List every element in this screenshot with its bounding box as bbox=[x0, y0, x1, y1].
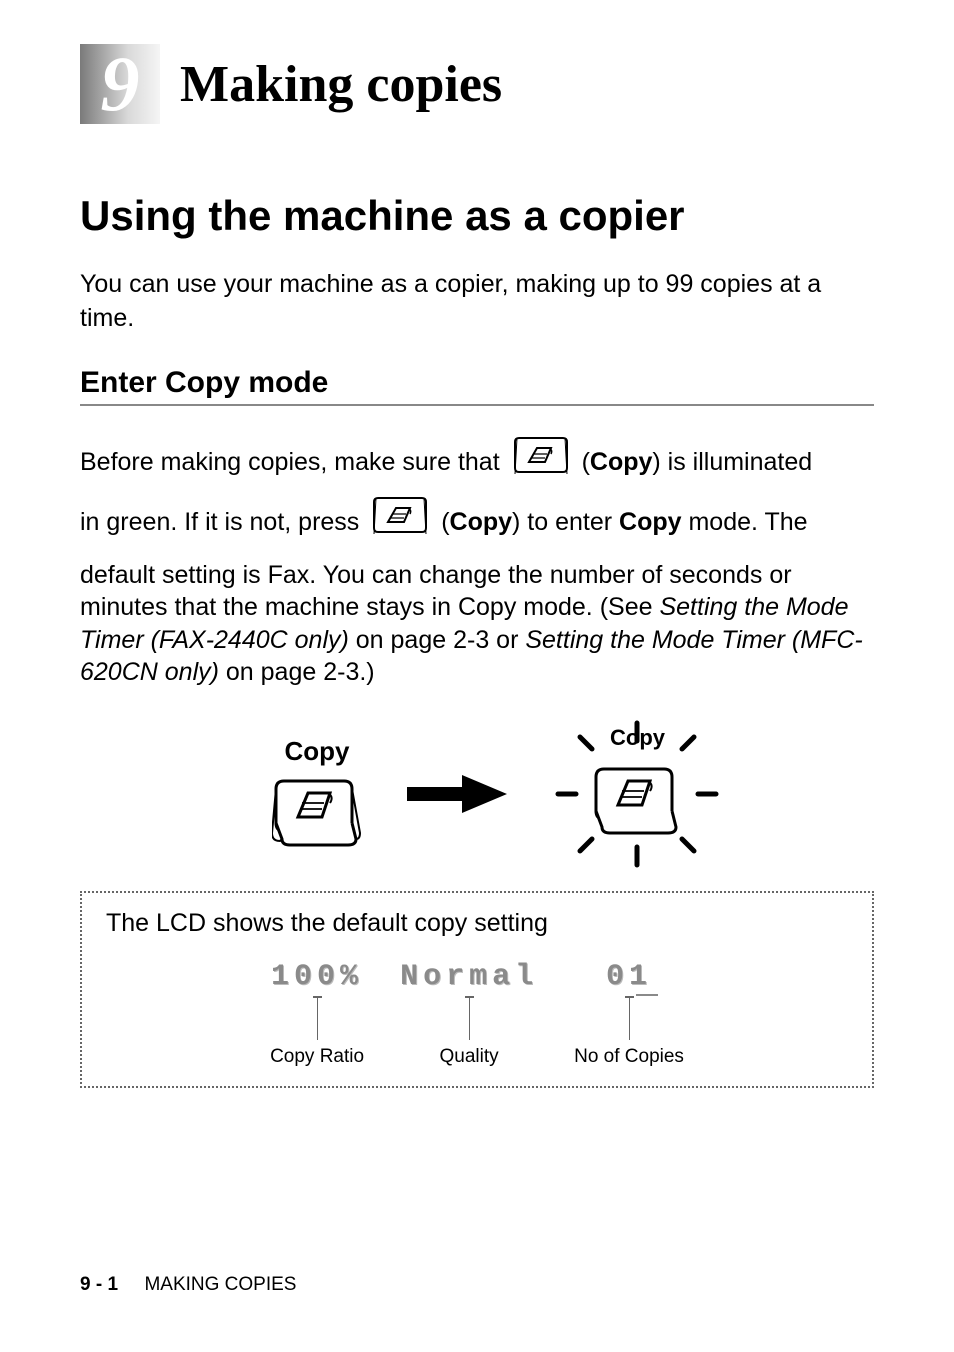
lcd-col-copies: 01 No of Copies bbox=[574, 960, 684, 1068]
para2-mode: Copy bbox=[619, 508, 682, 536]
copy-key-icon bbox=[513, 434, 569, 493]
page-footer: 9 - 1 MAKING COPIES bbox=[80, 1274, 296, 1296]
para2-open-paren: ( bbox=[441, 508, 449, 536]
chapter-number-box: 9 bbox=[80, 44, 160, 124]
lcd-ratio-value: 100% bbox=[271, 960, 363, 994]
lcd-copies-label: No of Copies bbox=[574, 1046, 684, 1068]
footer-sep bbox=[123, 1274, 139, 1295]
footer-page-number: 9 - 1 bbox=[80, 1274, 118, 1295]
lcd-quality-value: Normal bbox=[400, 960, 538, 994]
copy-button-on: Copy bbox=[552, 719, 722, 869]
lcd-ratio-label: Copy Ratio bbox=[270, 1046, 364, 1068]
copy-label-right-svg: Copy bbox=[610, 725, 666, 750]
para1-post: ) is illuminated bbox=[652, 447, 812, 475]
para3-b: on page 2-3 or bbox=[349, 626, 526, 654]
para-line-2: in green. If it is not, press (Copy) to … bbox=[80, 494, 874, 553]
para3: default setting is Fax. You can change t… bbox=[80, 559, 874, 689]
para2-pre: in green. If it is not, press bbox=[80, 508, 366, 536]
para3-c: on page 2-3.) bbox=[219, 658, 375, 686]
para1-copy-label: Copy bbox=[590, 447, 653, 475]
copy-illustration: Copy bbox=[80, 719, 874, 869]
chapter-header: 9 Making copies bbox=[80, 44, 874, 124]
section-heading-enter-copy: Enter Copy mode bbox=[80, 366, 874, 400]
lcd-title: The LCD shows the default copy setting bbox=[106, 909, 848, 938]
copy-key-3d-icon bbox=[272, 771, 362, 851]
lcd-tick bbox=[629, 998, 630, 1040]
section-heading-copier: Using the machine as a copier bbox=[80, 192, 874, 240]
para1-open-paren: ( bbox=[582, 447, 590, 475]
lcd-example-box: The LCD shows the default copy setting 1… bbox=[80, 891, 874, 1088]
chapter-title: Making copies bbox=[180, 55, 502, 114]
lcd-col-ratio: 100% Copy Ratio bbox=[270, 960, 364, 1068]
copy-key-icon-2 bbox=[372, 494, 428, 553]
copy-label-left: Copy bbox=[285, 736, 350, 767]
lcd-col-quality: Normal Quality bbox=[400, 960, 538, 1068]
para2-post: mode. The bbox=[682, 508, 808, 536]
lcd-quality-label: Quality bbox=[440, 1046, 499, 1068]
para1-pre: Before making copies, make sure that bbox=[80, 447, 507, 475]
page: 9 Making copies Using the machine as a c… bbox=[0, 0, 954, 1352]
para2-copy-label: Copy bbox=[450, 508, 513, 536]
copy-button-off: Copy bbox=[272, 736, 362, 851]
copy-key-lit-icon: Copy bbox=[552, 719, 722, 869]
footer-title: MAKING COPIES bbox=[144, 1274, 296, 1295]
lcd-copies-value: 01 bbox=[606, 960, 652, 994]
para-line-1: Before making copies, make sure that (Co… bbox=[80, 434, 874, 493]
lcd-tick bbox=[469, 998, 470, 1040]
section-body-copier: You can use your machine as a copier, ma… bbox=[80, 268, 874, 336]
lcd-tick bbox=[317, 998, 318, 1040]
heading-underline bbox=[80, 404, 874, 406]
chapter-number: 9 bbox=[101, 45, 140, 123]
arrow-right-icon bbox=[402, 769, 512, 819]
para2-mid: ) to enter bbox=[512, 508, 619, 536]
